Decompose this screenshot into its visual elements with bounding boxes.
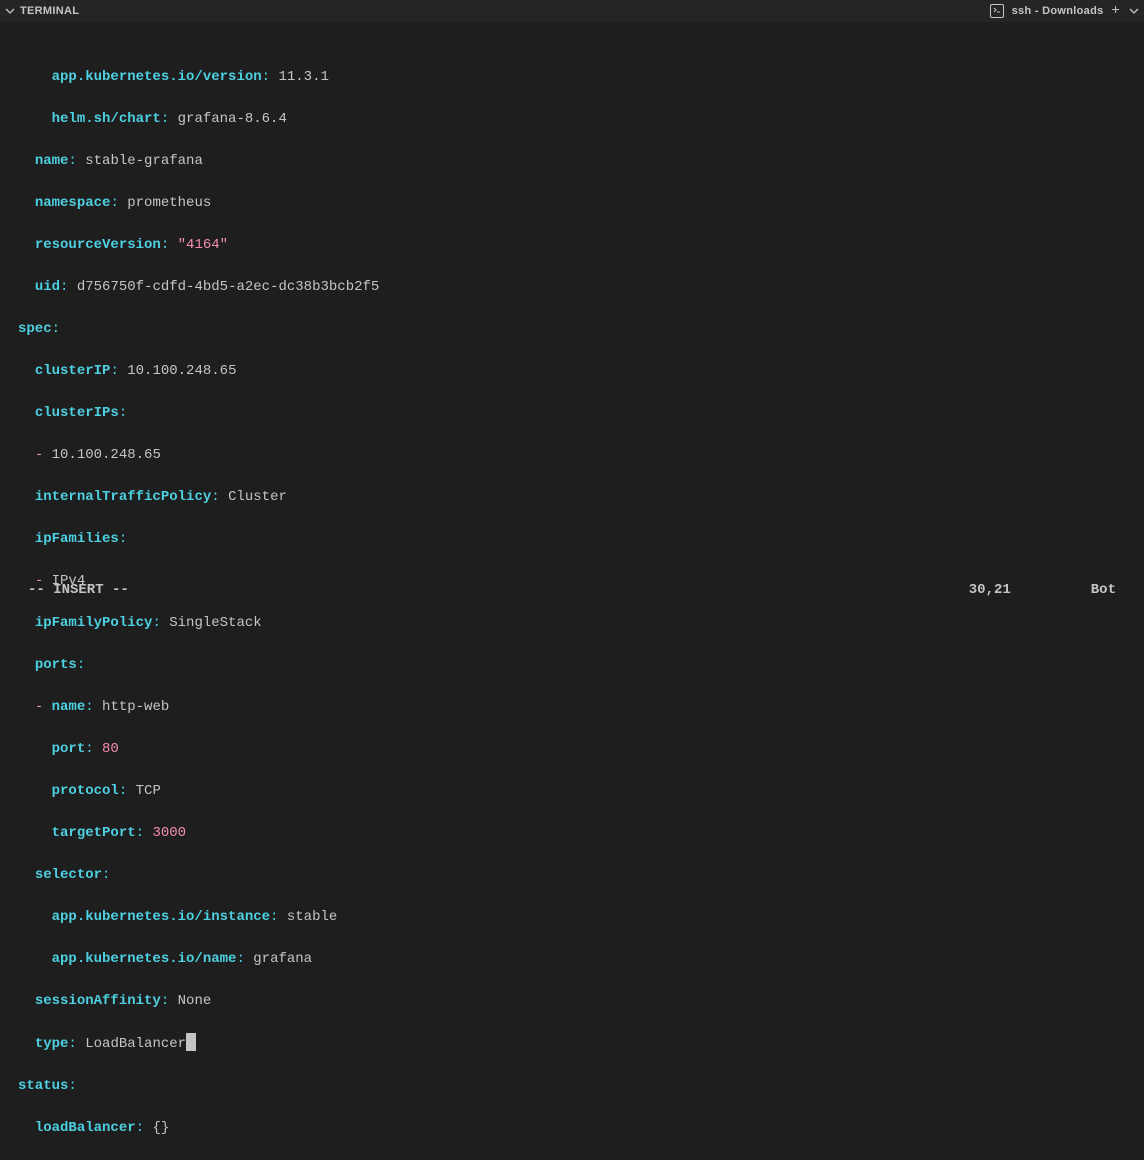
yaml-line: protocol: TCP bbox=[18, 781, 1144, 802]
yaml-line: ipFamilies: bbox=[18, 529, 1144, 550]
yaml-line: internalTrafficPolicy: Cluster bbox=[18, 487, 1144, 508]
chevron-down-icon[interactable] bbox=[1128, 5, 1140, 17]
terminal-tab-icon[interactable] bbox=[990, 4, 1004, 18]
plus-icon[interactable] bbox=[1112, 1, 1120, 22]
yaml-line: port: 80 bbox=[18, 739, 1144, 760]
yaml-line: clusterIP: 10.100.248.65 bbox=[18, 361, 1144, 382]
yaml-line: spec: bbox=[18, 319, 1144, 340]
yaml-line: targetPort: 3000 bbox=[18, 823, 1144, 844]
vim-status-line: -- INSERT -- 30,21 Bot bbox=[0, 580, 1144, 601]
yaml-line: app.kubernetes.io/version: 11.3.1 bbox=[18, 67, 1144, 88]
chevron-down-icon[interactable] bbox=[4, 5, 16, 17]
yaml-line: - 10.100.248.65 bbox=[18, 445, 1144, 466]
yaml-line: ports: bbox=[18, 655, 1144, 676]
yaml-line: status: bbox=[18, 1076, 1144, 1097]
yaml-line: app.kubernetes.io/instance: stable bbox=[18, 907, 1144, 928]
cursor bbox=[186, 1033, 196, 1051]
yaml-line: namespace: prometheus bbox=[18, 193, 1144, 214]
terminal-tab-label[interactable]: ssh - Downloads bbox=[1012, 1, 1104, 22]
yaml-line: type: LoadBalancer bbox=[18, 1033, 1144, 1055]
yaml-line: clusterIPs: bbox=[18, 403, 1144, 424]
panel-title: TERMINAL bbox=[20, 1, 79, 22]
yaml-line: uid: d756750f-cdfd-4bd5-a2ec-dc38b3bcb2f… bbox=[18, 277, 1144, 298]
yaml-line: sessionAffinity: None bbox=[18, 991, 1144, 1012]
titlebar-right: ssh - Downloads bbox=[990, 1, 1140, 22]
titlebar-left: TERMINAL bbox=[4, 1, 79, 22]
yaml-line: helm.sh/chart: grafana-8.6.4 bbox=[18, 109, 1144, 130]
yaml-line: selector: bbox=[18, 865, 1144, 886]
yaml-line: name: stable-grafana bbox=[18, 151, 1144, 172]
yaml-line: resourceVersion: "4164" bbox=[18, 235, 1144, 256]
vim-scroll-pos: Bot bbox=[1091, 580, 1116, 601]
titlebar: TERMINAL ssh - Downloads bbox=[0, 0, 1144, 22]
vim-cursor-pos: 30,21 bbox=[969, 580, 1011, 601]
yaml-line: ipFamilyPolicy: SingleStack bbox=[18, 613, 1144, 634]
yaml-line: loadBalancer: {} bbox=[18, 1118, 1144, 1139]
vim-mode: -- INSERT -- bbox=[18, 580, 129, 601]
yaml-line: - name: http-web bbox=[18, 697, 1144, 718]
yaml-line: app.kubernetes.io/name: grafana bbox=[18, 949, 1144, 970]
